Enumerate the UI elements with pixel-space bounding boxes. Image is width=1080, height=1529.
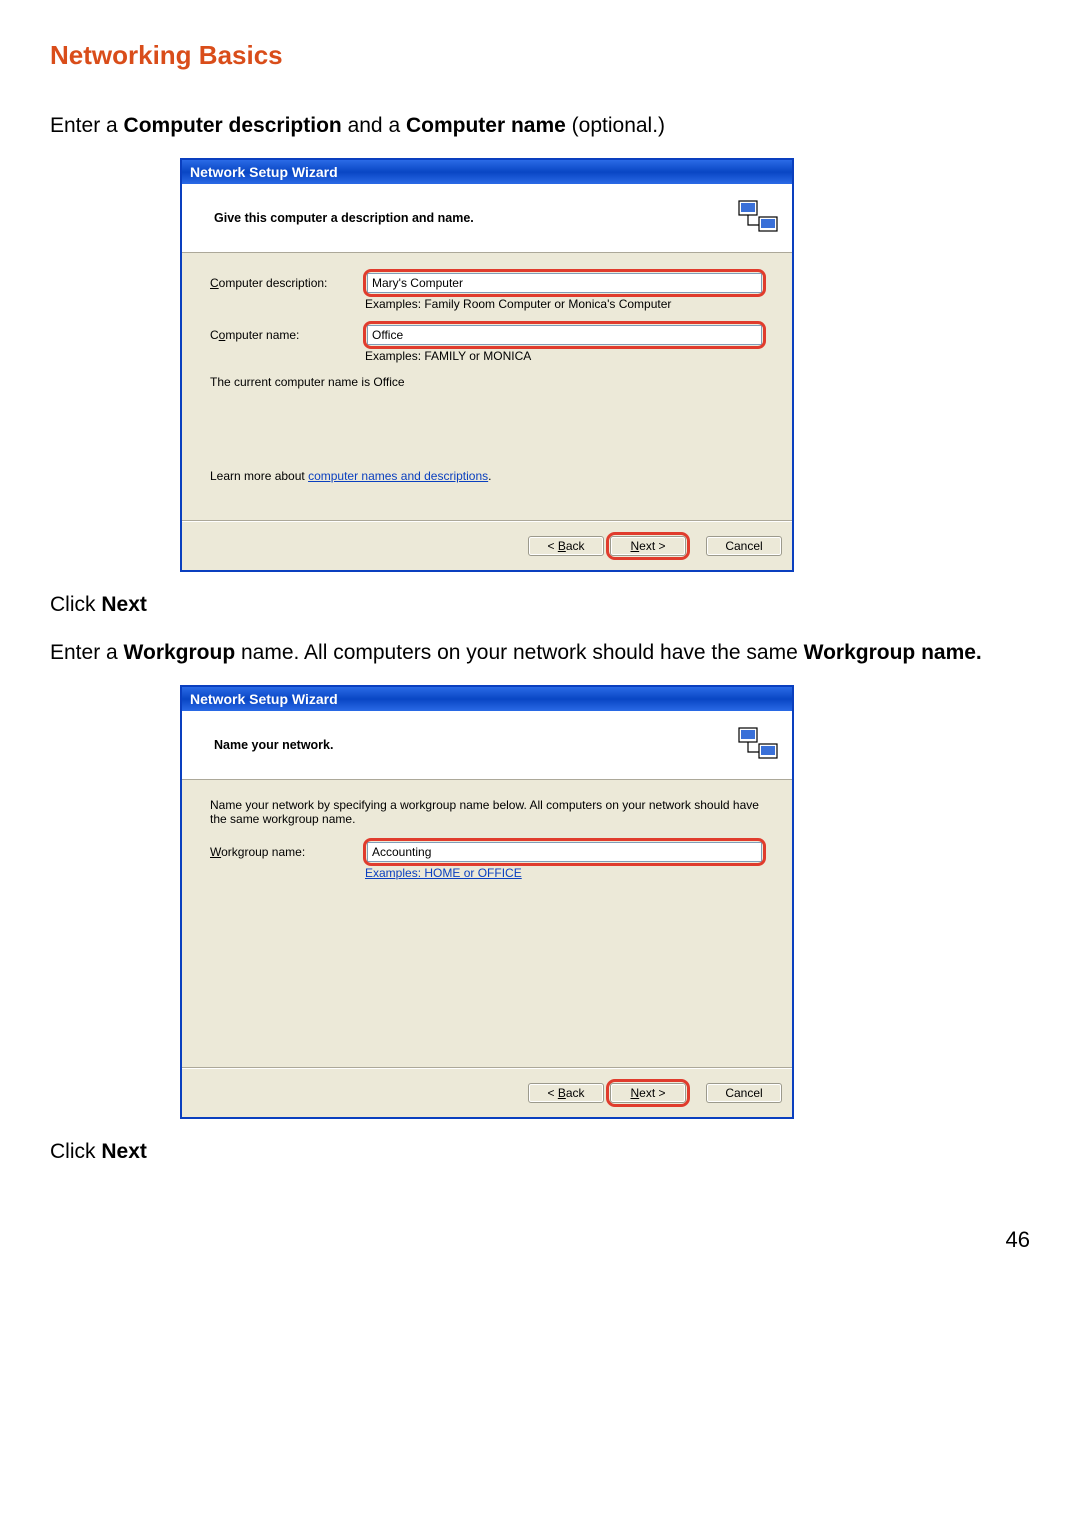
lbl-ul: W [210,845,221,859]
click2-bold: Next [101,1140,147,1163]
instr2-mid: name. All computers on your network shou… [235,641,803,664]
instr1-suffix: (optional.) [566,114,665,137]
instr2-b2: Workgroup name. [804,641,982,664]
instruction-1: Enter a Computer description and a Compu… [50,111,1030,140]
back-button[interactable]: < Back [528,1083,604,1103]
next-label: Next > [630,1086,665,1100]
computer-name-example: Examples: FAMILY or MONICA [365,349,764,363]
current-name-value: Office [373,375,404,389]
workgroup-intro: Name your network by specifying a workgr… [210,798,764,826]
page-number: 46 [50,1227,1030,1253]
learn-more-link[interactable]: computer names and descriptions [308,469,488,483]
click1-prefix: Click [50,593,101,616]
computer-description-label: Computer description: [210,276,365,290]
computer-name-highlight [365,323,764,347]
wizard-computer-name: Network Setup Wizard Give this computer … [180,158,794,572]
section-title: Networking Basics [50,40,1030,71]
wizard-header-text: Give this computer a description and nam… [214,211,736,225]
next-button[interactable]: Next > [610,1083,686,1103]
wizard-header-pane: Name your network. [182,711,792,780]
instruction-2: Enter a Workgroup name. All computers on… [50,638,1030,667]
instr1-prefix: Enter a [50,114,124,137]
next-label: Next > [630,539,665,553]
wizard-header-text: Name your network. [214,738,736,752]
network-icon [736,723,780,767]
learn-pre: Learn more about [210,469,308,483]
workgroup-highlight [365,840,764,864]
instr1-b1: Computer description [124,114,342,137]
click2-prefix: Click [50,1140,101,1163]
click1-bold: Next [101,593,147,616]
wizard-header-pane: Give this computer a description and nam… [182,184,792,253]
titlebar: Network Setup Wizard [182,687,792,711]
learn-more-line: Learn more about computer names and desc… [210,469,764,483]
back-button[interactable]: < Back [528,536,604,556]
lbl-rest: orkgroup name: [221,845,305,859]
computer-description-highlight [365,271,764,295]
cancel-button[interactable]: Cancel [706,1083,782,1103]
wizard-content: Name your network by specifying a workgr… [182,780,792,1068]
instr2-prefix: Enter a [50,641,124,664]
current-name-prefix: The current computer name is [210,375,373,389]
lbl-pre: C [210,328,219,342]
next-button[interactable]: Next > [610,536,686,556]
computer-description-input[interactable] [367,273,762,293]
button-bar: < Back Next > Cancel [182,1068,792,1117]
lbl-rest: omputer description: [219,276,328,290]
workgroup-input[interactable] [367,842,762,862]
cancel-button[interactable]: Cancel [706,536,782,556]
instr1-mid: and a [342,114,406,137]
wizard-content: Computer description: Examples: Family R… [182,253,792,521]
network-icon [736,196,780,240]
click-next-2: Click Next [50,1137,1030,1166]
titlebar: Network Setup Wizard [182,160,792,184]
learn-post: . [488,469,491,483]
computer-name-input[interactable] [367,325,762,345]
computer-name-label: Computer name: [210,328,365,342]
back-label: < Back [547,1086,584,1100]
lbl-ul: C [210,276,219,290]
workgroup-example: Examples: HOME or OFFICE [365,866,764,880]
current-name-line: The current computer name is Office [210,375,764,389]
click-next-1: Click Next [50,590,1030,619]
workgroup-label: Workgroup name: [210,845,365,859]
computer-description-example: Examples: Family Room Computer or Monica… [365,297,764,311]
instr1-b2: Computer name [406,114,566,137]
lbl-rest: mputer name: [225,328,299,342]
instr2-b1: Workgroup [124,641,236,664]
back-label: < Back [547,539,584,553]
wizard-workgroup: Network Setup Wizard Name your network. … [180,685,794,1119]
button-bar: < Back Next > Cancel [182,521,792,570]
